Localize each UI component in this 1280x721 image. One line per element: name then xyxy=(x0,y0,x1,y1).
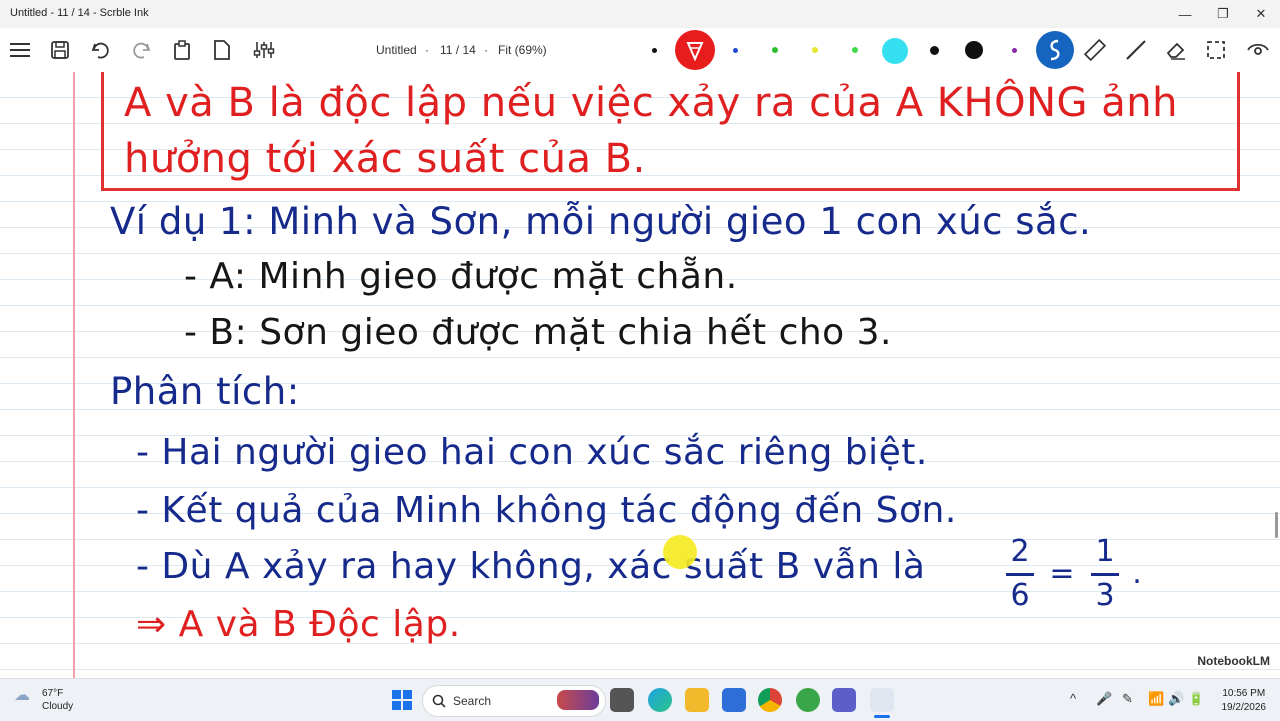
app-icon[interactable] xyxy=(796,688,820,712)
page-icon[interactable] xyxy=(208,36,236,64)
search-highlight-image xyxy=(557,690,599,710)
zoom-level[interactable]: Fit (69%) xyxy=(498,43,547,57)
line-icon[interactable] xyxy=(1122,36,1150,64)
pen-lightgreen-dot[interactable] xyxy=(852,47,858,53)
fraction-2-bar xyxy=(1091,573,1119,576)
search-label: Search xyxy=(453,694,492,708)
pen-icon[interactable]: ✎ xyxy=(1122,691,1133,707)
minimize-button[interactable]: — xyxy=(1166,0,1204,28)
weather-widget[interactable]: ☁ 67°F Cloudy xyxy=(14,687,73,713)
pen-tool-icon[interactable] xyxy=(1036,31,1074,69)
window-titlebar: Untitled - 11 / 14 - Scrble Ink — ❐ ✕ xyxy=(0,0,1280,28)
pen-size-small-dot[interactable] xyxy=(652,48,657,53)
save-icon[interactable] xyxy=(46,36,74,64)
file-icon[interactable] xyxy=(610,688,634,712)
taskbar-search[interactable]: Search xyxy=(422,685,606,717)
eraser-icon[interactable] xyxy=(1162,36,1190,64)
analysis-title: Phân tích: xyxy=(110,370,300,413)
pen-black-large-dot[interactable] xyxy=(965,41,983,59)
event-a: - A: Minh gieo được mặt chẵn. xyxy=(184,256,738,297)
clock-date: 19/2/2026 xyxy=(1221,702,1267,713)
settings-sliders-icon[interactable] xyxy=(250,36,278,64)
pen-yellow-dot[interactable] xyxy=(812,47,818,53)
close-button[interactable]: ✕ xyxy=(1242,0,1280,28)
pen-cyan-dot[interactable] xyxy=(882,38,908,64)
wifi-icon[interactable]: 📶 xyxy=(1148,691,1164,707)
pointer-highlight xyxy=(663,535,697,569)
microphone-icon[interactable]: 🎤 xyxy=(1096,691,1112,707)
system-clock[interactable]: 10:56 PM 19/2/2026 xyxy=(1222,687,1267,715)
note-canvas[interactable]: A và B là độc lập nếu việc xảy ra của A … xyxy=(0,72,1280,678)
weather-desc: Cloudy xyxy=(42,701,74,712)
margin-line xyxy=(73,72,75,678)
edge-icon[interactable] xyxy=(648,688,672,712)
fraction-1-denominator: 6 xyxy=(1010,578,1030,613)
start-icon[interactable] xyxy=(390,688,414,712)
store-icon[interactable] xyxy=(722,688,746,712)
fraction-1-bar xyxy=(1006,573,1034,576)
pen-purple-dot[interactable] xyxy=(1012,48,1017,53)
definition-line-1: A và B là độc lập nếu việc xảy ra của A … xyxy=(124,80,1178,126)
page-indicator[interactable]: 11 / 14 xyxy=(440,43,476,57)
search-icon xyxy=(432,694,446,708)
cloud-icon: ☁ xyxy=(14,687,30,704)
menu-icon[interactable] xyxy=(6,36,34,64)
scrollbar-thumb[interactable] xyxy=(1275,512,1278,538)
scrble-icon[interactable] xyxy=(870,688,894,718)
view-icon[interactable] xyxy=(1244,36,1272,64)
select-icon[interactable] xyxy=(1202,36,1230,64)
redo-icon[interactable] xyxy=(128,36,156,64)
period: . xyxy=(1132,556,1142,591)
analysis-point-3: - Dù A xảy ra hay không, xác suất B vẫn … xyxy=(136,546,926,587)
tray-overflow-icon[interactable]: ^ xyxy=(1070,691,1076,706)
teams-icon[interactable] xyxy=(832,688,856,712)
ruler-icon[interactable] xyxy=(1081,36,1109,64)
window-title: Untitled - 11 / 14 - Scrble Ink xyxy=(10,7,149,19)
analysis-point-2: - Kết quả của Minh không tác động đến Sơ… xyxy=(136,490,957,531)
equals-sign: = xyxy=(1049,556,1075,591)
notebooklm-watermark: NotebookLM xyxy=(1197,654,1270,668)
separator: · xyxy=(425,43,429,57)
pen-black-small-dot[interactable] xyxy=(930,46,939,55)
clock-time: 10:56 PM xyxy=(1222,688,1266,699)
chrome-icon[interactable] xyxy=(758,688,782,712)
active-pen-button[interactable] xyxy=(675,30,715,70)
fraction-1-numerator: 2 xyxy=(1010,534,1030,569)
separator: · xyxy=(484,43,488,57)
fraction-2-denominator: 3 xyxy=(1095,578,1115,613)
event-b: - B: Sơn gieo được mặt chia hết cho 3. xyxy=(184,312,892,353)
fraction-2-numerator: 1 xyxy=(1095,534,1115,569)
conclusion: ⇒ A và B Độc lập. xyxy=(136,604,461,645)
weather-temp: 67°F xyxy=(42,688,64,699)
definition-line-2: hưởng tới xác suất của B. xyxy=(124,136,646,182)
windows-taskbar: ☁ 67°F Cloudy Search ^ 🎤 ✎ 📶 🔊 🔋 10:56 P… xyxy=(0,678,1280,721)
analysis-point-1: - Hai người gieo hai con xúc sắc riêng b… xyxy=(136,432,928,473)
example-title: Ví dụ 1: Minh và Sơn, mỗi người gieo 1 c… xyxy=(110,200,1092,243)
app-toolbar: Untitled · 11 / 14 · Fit (69%) xyxy=(0,28,1280,73)
maximize-button[interactable]: ❐ xyxy=(1204,0,1242,28)
pen-green-dot[interactable] xyxy=(772,47,778,53)
document-name[interactable]: Untitled xyxy=(376,43,417,57)
active-app-indicator xyxy=(874,715,890,718)
clipboard-icon[interactable] xyxy=(168,36,196,64)
volume-icon[interactable]: 🔊 xyxy=(1168,691,1184,707)
explorer-icon[interactable] xyxy=(685,688,709,712)
pen-blue-dot[interactable] xyxy=(733,48,738,53)
undo-icon[interactable] xyxy=(86,36,114,64)
battery-icon[interactable]: 🔋 xyxy=(1188,691,1204,707)
